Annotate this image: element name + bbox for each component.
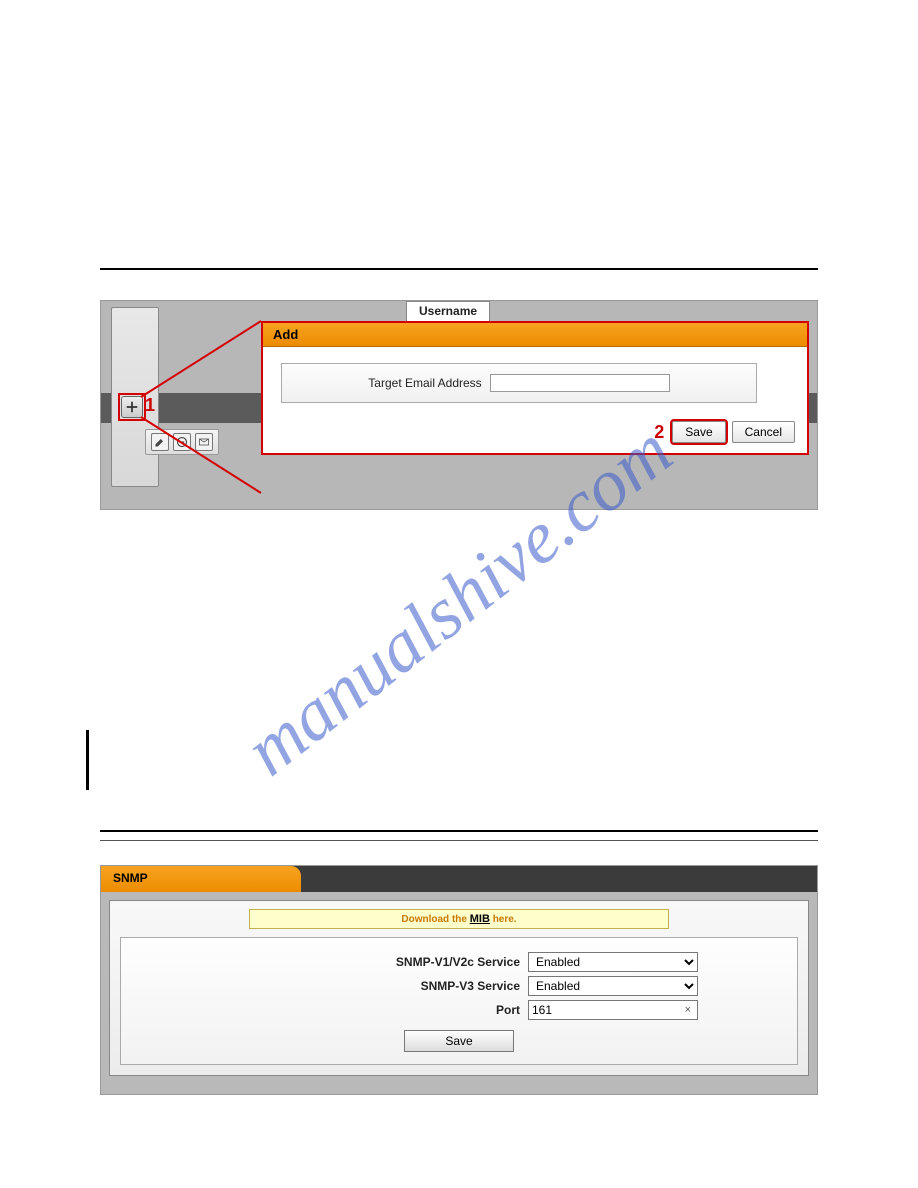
target-email-input[interactable]: [490, 374, 670, 392]
action-icon-row: [145, 429, 219, 455]
mail-icon[interactable]: [195, 433, 213, 451]
banner-text-download: Download the: [401, 914, 467, 925]
mib-download-banner: Download the MIB here.: [249, 909, 669, 929]
add-button[interactable]: [121, 396, 143, 418]
port-value: 161: [532, 1003, 552, 1017]
snmp-form: SNMP-V1/V2c Service Enabled SNMP-V3 Serv…: [120, 937, 798, 1065]
divider: [100, 840, 818, 841]
snmp-v1v2c-select[interactable]: Enabled: [528, 952, 698, 972]
snmp-v1v2c-label: SNMP-V1/V2c Service: [220, 955, 520, 969]
snmp-v3-label: SNMP-V3 Service: [220, 979, 520, 993]
field-group: Target Email Address: [281, 363, 757, 403]
plus-icon: [125, 400, 139, 414]
screenshot-add-dialog: Username 1 Add Target Email: [100, 300, 818, 510]
snmp-port-label: Port: [220, 1003, 520, 1017]
cancel-button[interactable]: Cancel: [732, 421, 795, 443]
callout-marker-1: 1: [145, 395, 155, 416]
screenshot-snmp-panel: SNMP Download the MIB here. SNMP-V1/V2c …: [100, 865, 818, 1095]
section-heading-bracket: [100, 730, 818, 790]
banner-text-here: here.: [493, 914, 517, 925]
divider: [100, 268, 818, 270]
tab-bar: SNMP: [101, 866, 817, 892]
target-email-label: Target Email Address: [368, 376, 481, 390]
snmp-save-button[interactable]: Save: [404, 1030, 513, 1052]
mib-link[interactable]: MIB: [470, 913, 490, 925]
divider: [100, 830, 818, 832]
add-dialog: Add Target Email Address 2 Save Cancel: [261, 321, 809, 455]
dialog-titlebar: Add: [263, 323, 807, 347]
column-header-username: Username: [406, 301, 490, 322]
snmp-v3-select[interactable]: Enabled: [528, 976, 698, 996]
snmp-port-input[interactable]: 161 ×: [528, 1000, 698, 1020]
clear-icon[interactable]: ×: [682, 1004, 694, 1016]
edit-icon[interactable]: [151, 433, 169, 451]
callout-marker-2: 2: [654, 422, 664, 443]
tab-snmp[interactable]: SNMP: [101, 866, 301, 892]
delete-icon[interactable]: [173, 433, 191, 451]
save-button[interactable]: Save: [672, 421, 725, 443]
